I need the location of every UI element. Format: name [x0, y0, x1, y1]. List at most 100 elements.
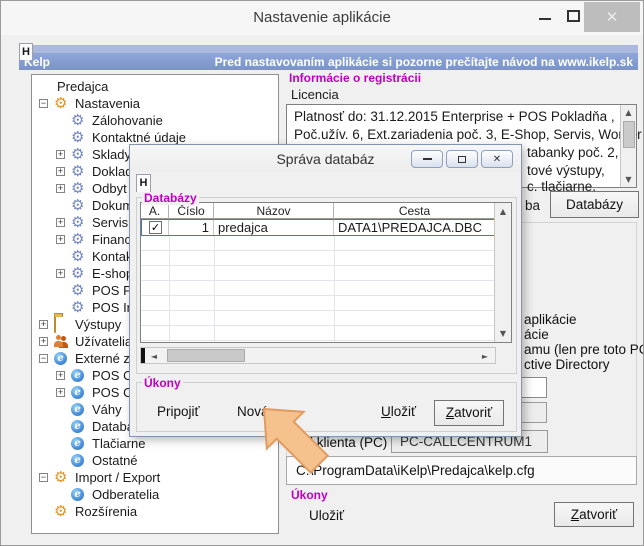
databases-table[interactable]: A. Číslo Názov Cesta ✓ 1 predajca DATA1\… [140, 202, 512, 343]
expand-icon[interactable]: + [56, 269, 65, 278]
accel-letter: Z [446, 405, 454, 420]
expand-icon[interactable]: + [39, 337, 48, 346]
button-label-rest: atvoriť [579, 507, 617, 522]
tree-item[interactable]: Zálohovanie [32, 112, 278, 129]
dialog-titlebar[interactable]: Správa databáz ✕ [130, 145, 521, 172]
table-vscrollbar[interactable]: ▲ ▼ [494, 203, 511, 342]
settings-window: Nastavenie aplikácie ✕ H Kelp Pred nasta… [0, 0, 644, 546]
window-titlebar[interactable]: Nastavenie aplikácie ✕ [1, 1, 643, 35]
config-path-box: C:\ProgramData\iKelp\Predajca\kelp.cfg [286, 456, 637, 485]
tree-item[interactable]: − Import / Export [32, 469, 278, 486]
e-device-icon: e [71, 454, 84, 467]
dialog-save-button[interactable]: Uložiť [381, 404, 416, 419]
resize-mark [141, 348, 145, 363]
empty-rows [141, 236, 496, 342]
column-header[interactable]: Názov [214, 203, 334, 219]
button-label-rest: ložiť [391, 404, 416, 419]
e-device-icon: e [71, 437, 84, 450]
actions-group-label: Úkony [291, 488, 328, 502]
table-hscrollbar[interactable]: ◄ ► [140, 347, 496, 364]
tree-item-label: Sklady [92, 147, 131, 162]
folder-icon [54, 316, 56, 333]
tree-item-label: Zálohovanie [92, 113, 163, 128]
new-button[interactable]: Nová [237, 404, 269, 419]
e-device-icon: e [71, 488, 84, 501]
expand-icon[interactable]: + [56, 388, 65, 397]
expand-icon[interactable]: + [56, 150, 65, 159]
databases-group-label: Databázy [142, 191, 199, 205]
license-scrollbar[interactable]: ▲ ▼ [620, 105, 636, 187]
tree-item-label: Odberatelia [92, 487, 159, 502]
dialog-close-button[interactable]: ✕ [481, 150, 513, 168]
scrollbar-thumb[interactable] [167, 349, 245, 362]
close-window-button[interactable]: Zatvoriť [554, 502, 634, 527]
expand-icon[interactable]: + [39, 320, 48, 329]
tree-item[interactable]: eOstatné [32, 452, 278, 469]
collapse-icon[interactable]: − [39, 473, 48, 482]
cell-name: predajca [214, 220, 334, 235]
tree-item-label: Predajca [57, 79, 108, 94]
scroll-up-icon[interactable]: ▲ [495, 207, 511, 216]
gear-icon [71, 181, 86, 196]
column-header[interactable]: Cesta [334, 203, 496, 219]
scroll-left-icon[interactable]: ◄ [146, 352, 162, 361]
collapse-icon[interactable]: − [39, 354, 48, 363]
license-label: Licencia [291, 87, 339, 102]
tab-h[interactable]: H [19, 43, 33, 60]
gear-icon [71, 266, 86, 281]
expand-icon[interactable]: + [56, 167, 65, 176]
dialog-close-action-button[interactable]: Zatvoriť [434, 400, 504, 426]
gear-icon [71, 113, 86, 128]
scrollbar-thumb[interactable] [623, 121, 635, 148]
dialog-restore-button[interactable] [446, 150, 478, 168]
active-checkbox[interactable]: ✓ [149, 221, 162, 234]
tree-item[interactable]: Rozšírenia [32, 503, 278, 520]
tree-item[interactable]: e Odberatelia [32, 486, 278, 503]
gear-icon [54, 504, 69, 519]
collapse-icon[interactable]: − [39, 99, 48, 108]
tree-item[interactable]: eTlačiarne [32, 435, 278, 452]
scroll-right-icon[interactable]: ► [477, 352, 493, 361]
minimize-icon[interactable] [539, 18, 551, 20]
tree-item-label: Váhy [92, 402, 122, 417]
e-device-icon: e [54, 352, 67, 365]
scroll-up-icon[interactable]: ▲ [621, 108, 636, 117]
tree-item[interactable]: Predajca [32, 78, 278, 95]
save-button[interactable]: Uložiť [309, 508, 344, 523]
databases-button[interactable]: Databázy [550, 191, 639, 218]
expand-icon[interactable]: + [56, 235, 65, 244]
scroll-down-icon[interactable]: ▼ [495, 329, 511, 338]
dialog-tab-h[interactable]: H [136, 174, 151, 192]
gear-icon [54, 470, 69, 485]
license-line: Poč.užív. 6, Ext.zariadenia poč. 3, E-Sh… [294, 126, 616, 144]
restore-icon [458, 156, 466, 163]
close-icon: ✕ [493, 154, 501, 165]
config-path: C:\ProgramData\iKelp\Predajca\kelp.cfg [296, 463, 535, 478]
close-icon: ✕ [606, 8, 619, 26]
column-header[interactable]: A. [141, 203, 169, 219]
tree-item-label: Import / Export [75, 470, 160, 485]
database-manager-dialog: Správa databáz ✕ H Databázy A. Číslo Náz… [129, 144, 522, 437]
accel-letter: Z [571, 507, 579, 522]
gear-icon [54, 96, 69, 111]
expand-icon[interactable]: + [56, 218, 65, 227]
column-header[interactable]: Číslo [169, 203, 214, 219]
table-row-selected[interactable]: ✓ 1 predajca DATA1\PREDAJCA.DBC [141, 219, 496, 236]
expand-icon[interactable]: + [56, 184, 65, 193]
tree-item-label: Odbyt [92, 181, 127, 196]
license-line-fragment: tabanky poč. 2, [527, 145, 619, 160]
dialog-minimize-button[interactable] [411, 150, 443, 168]
connect-button[interactable]: Pripojiť [157, 404, 200, 419]
tree-item-label: Výstupy [75, 317, 121, 332]
license-line-fragment: tové výstupy, [527, 163, 605, 178]
maximize-icon[interactable] [567, 10, 580, 22]
scroll-down-icon[interactable]: ▼ [621, 175, 636, 184]
client-code-label: Kód klienta (PC) [289, 435, 387, 450]
tree-item-label: Servis [92, 215, 128, 230]
section-title: Informácie o registrácii [289, 71, 421, 85]
ikelp-logo-icon [36, 79, 51, 94]
expand-icon[interactable]: + [56, 371, 65, 380]
udrzba-button-fragment[interactable]: ba [525, 198, 540, 213]
tree-item[interactable]: −Nastavenia [32, 95, 278, 112]
close-button[interactable]: ✕ [584, 2, 640, 32]
